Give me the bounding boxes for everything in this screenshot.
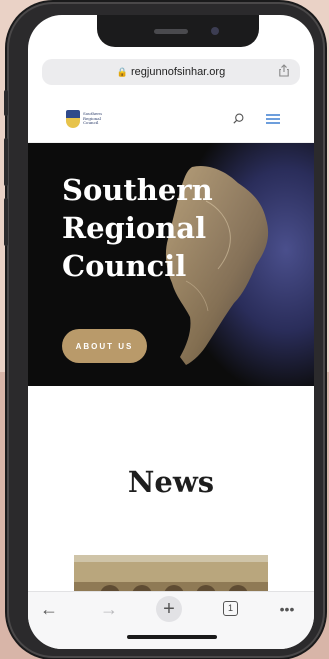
- front-camera: [211, 27, 219, 35]
- share-icon[interactable]: [278, 64, 290, 78]
- phone-side-button: [4, 90, 8, 116]
- crest-icon: [66, 110, 80, 128]
- more-icon[interactable]: •••: [273, 598, 301, 620]
- phone-frame: 🔒 regjunnofsinhar.org Southern Regional …: [4, 2, 325, 658]
- phone-notch: [97, 15, 259, 47]
- url-text: regjunnofsinhar.org: [131, 66, 226, 78]
- plus-icon[interactable]: +: [156, 596, 182, 622]
- hero-banner: Southern Regional Council ABOUT US: [28, 143, 314, 386]
- back-arrow-icon[interactable]: ←: [35, 598, 63, 620]
- address-bar[interactable]: 🔒 regjunnofsinhar.org: [42, 59, 300, 85]
- forward-arrow-icon[interactable]: →: [95, 598, 123, 620]
- phone-volume-down-button: [4, 198, 8, 246]
- site-logo[interactable]: Southern Regional Council: [66, 108, 110, 130]
- tabs-icon[interactable]: 1: [223, 601, 238, 616]
- about-us-button[interactable]: ABOUT US: [62, 329, 147, 363]
- search-icon[interactable]: [233, 113, 244, 124]
- phone-screen: 🔒 regjunnofsinhar.org Southern Regional …: [28, 15, 314, 649]
- news-heading: News: [127, 465, 215, 499]
- browser-toolbar: ← → + 1 •••: [28, 591, 314, 649]
- hero-title: Southern Regional Council: [62, 173, 213, 283]
- home-indicator[interactable]: [127, 635, 217, 639]
- lock-icon: 🔒: [116, 66, 129, 77]
- logo-text: Southern Regional Council: [83, 111, 102, 126]
- speaker-grille: [154, 29, 188, 34]
- site-header: Southern Regional Council: [28, 93, 314, 143]
- hamburger-menu-icon[interactable]: [266, 114, 280, 124]
- phone-volume-up-button: [4, 138, 8, 186]
